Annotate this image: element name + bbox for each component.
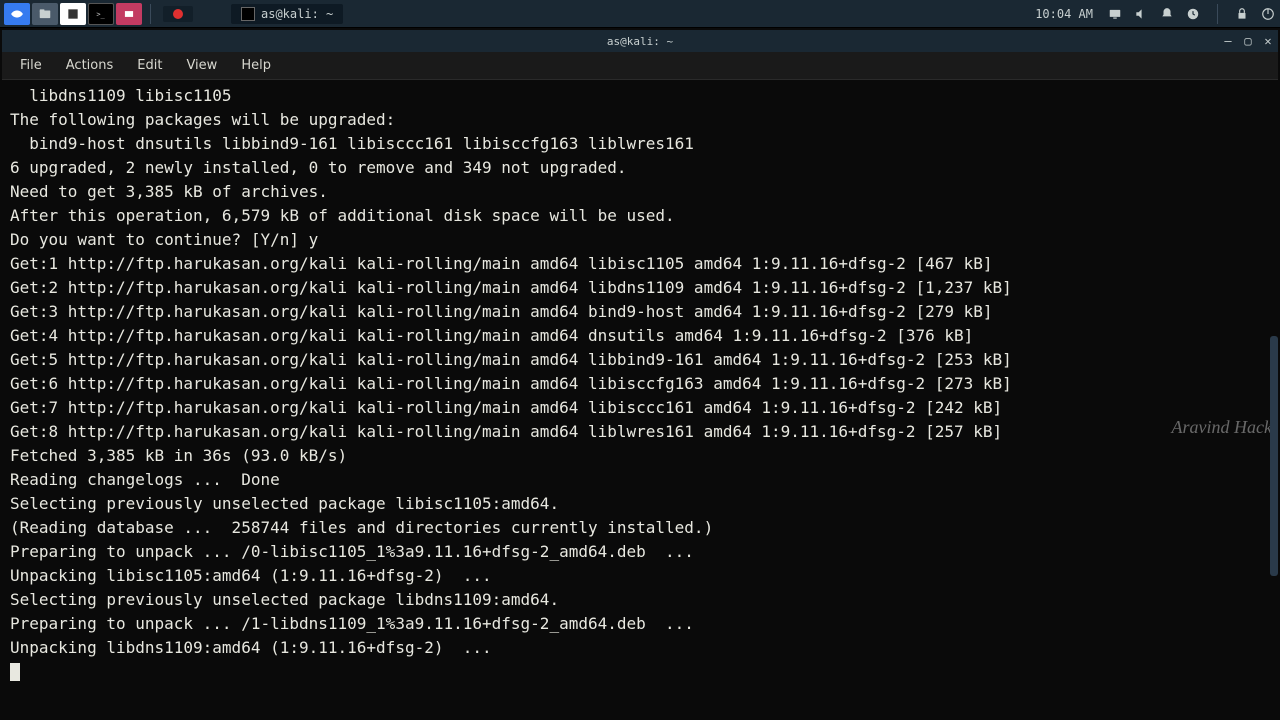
taskbar-terminal-label: as@kali: ~ xyxy=(261,7,333,21)
svg-text:>_: >_ xyxy=(96,10,105,18)
window-controls: ‒ ▢ ✕ xyxy=(1218,31,1278,51)
taskbar-terminal[interactable]: as@kali: ~ xyxy=(231,4,343,24)
window-minimize-button[interactable]: ‒ xyxy=(1218,31,1238,51)
browser-icon[interactable] xyxy=(60,3,86,25)
display-icon[interactable] xyxy=(1107,6,1123,22)
terminal-scrollbar[interactable] xyxy=(1270,336,1278,576)
notifications-icon[interactable] xyxy=(1159,6,1175,22)
updates-icon[interactable] xyxy=(1185,6,1201,22)
terminal-task-icon xyxy=(241,7,255,21)
menu-edit[interactable]: Edit xyxy=(127,54,172,77)
screenshot-tool-icon[interactable] xyxy=(116,3,142,25)
menu-actions[interactable]: Actions xyxy=(56,54,124,77)
terminal-output[interactable]: libdns1109 libisc1105 The following pack… xyxy=(2,80,1278,718)
window-maximize-button[interactable]: ▢ xyxy=(1238,31,1258,51)
panel-clock[interactable]: 10:04 AM xyxy=(1031,7,1097,21)
power-icon[interactable] xyxy=(1260,6,1276,22)
menu-file[interactable]: File xyxy=(10,54,52,77)
terminal-window: as@kali: ~ ‒ ▢ ✕ File Actions Edit View … xyxy=(2,30,1278,718)
file-manager-icon[interactable] xyxy=(32,3,58,25)
menu-view[interactable]: View xyxy=(176,54,227,77)
window-title: as@kali: ~ xyxy=(607,35,673,48)
menu-help[interactable]: Help xyxy=(231,54,281,77)
taskbar-recorder[interactable] xyxy=(163,6,193,22)
panel-separator-right xyxy=(1217,4,1218,24)
terminal-cursor xyxy=(10,663,20,681)
window-titlebar[interactable]: as@kali: ~ ‒ ▢ ✕ xyxy=(2,30,1278,52)
panel-separator xyxy=(150,4,151,24)
window-close-button[interactable]: ✕ xyxy=(1258,31,1278,51)
lock-icon[interactable] xyxy=(1234,6,1250,22)
terminal-launcher-icon[interactable]: >_ xyxy=(88,3,114,25)
terminal-menubar: File Actions Edit View Help xyxy=(2,52,1278,80)
record-icon xyxy=(173,9,183,19)
panel-tray: 10:04 AM xyxy=(1031,4,1276,24)
desktop-panel: >_ as@kali: ~ 10:04 AM xyxy=(0,0,1280,28)
panel-launchers: >_ as@kali: ~ xyxy=(4,3,343,25)
volume-icon[interactable] xyxy=(1133,6,1149,22)
kali-menu-icon[interactable] xyxy=(4,3,30,25)
